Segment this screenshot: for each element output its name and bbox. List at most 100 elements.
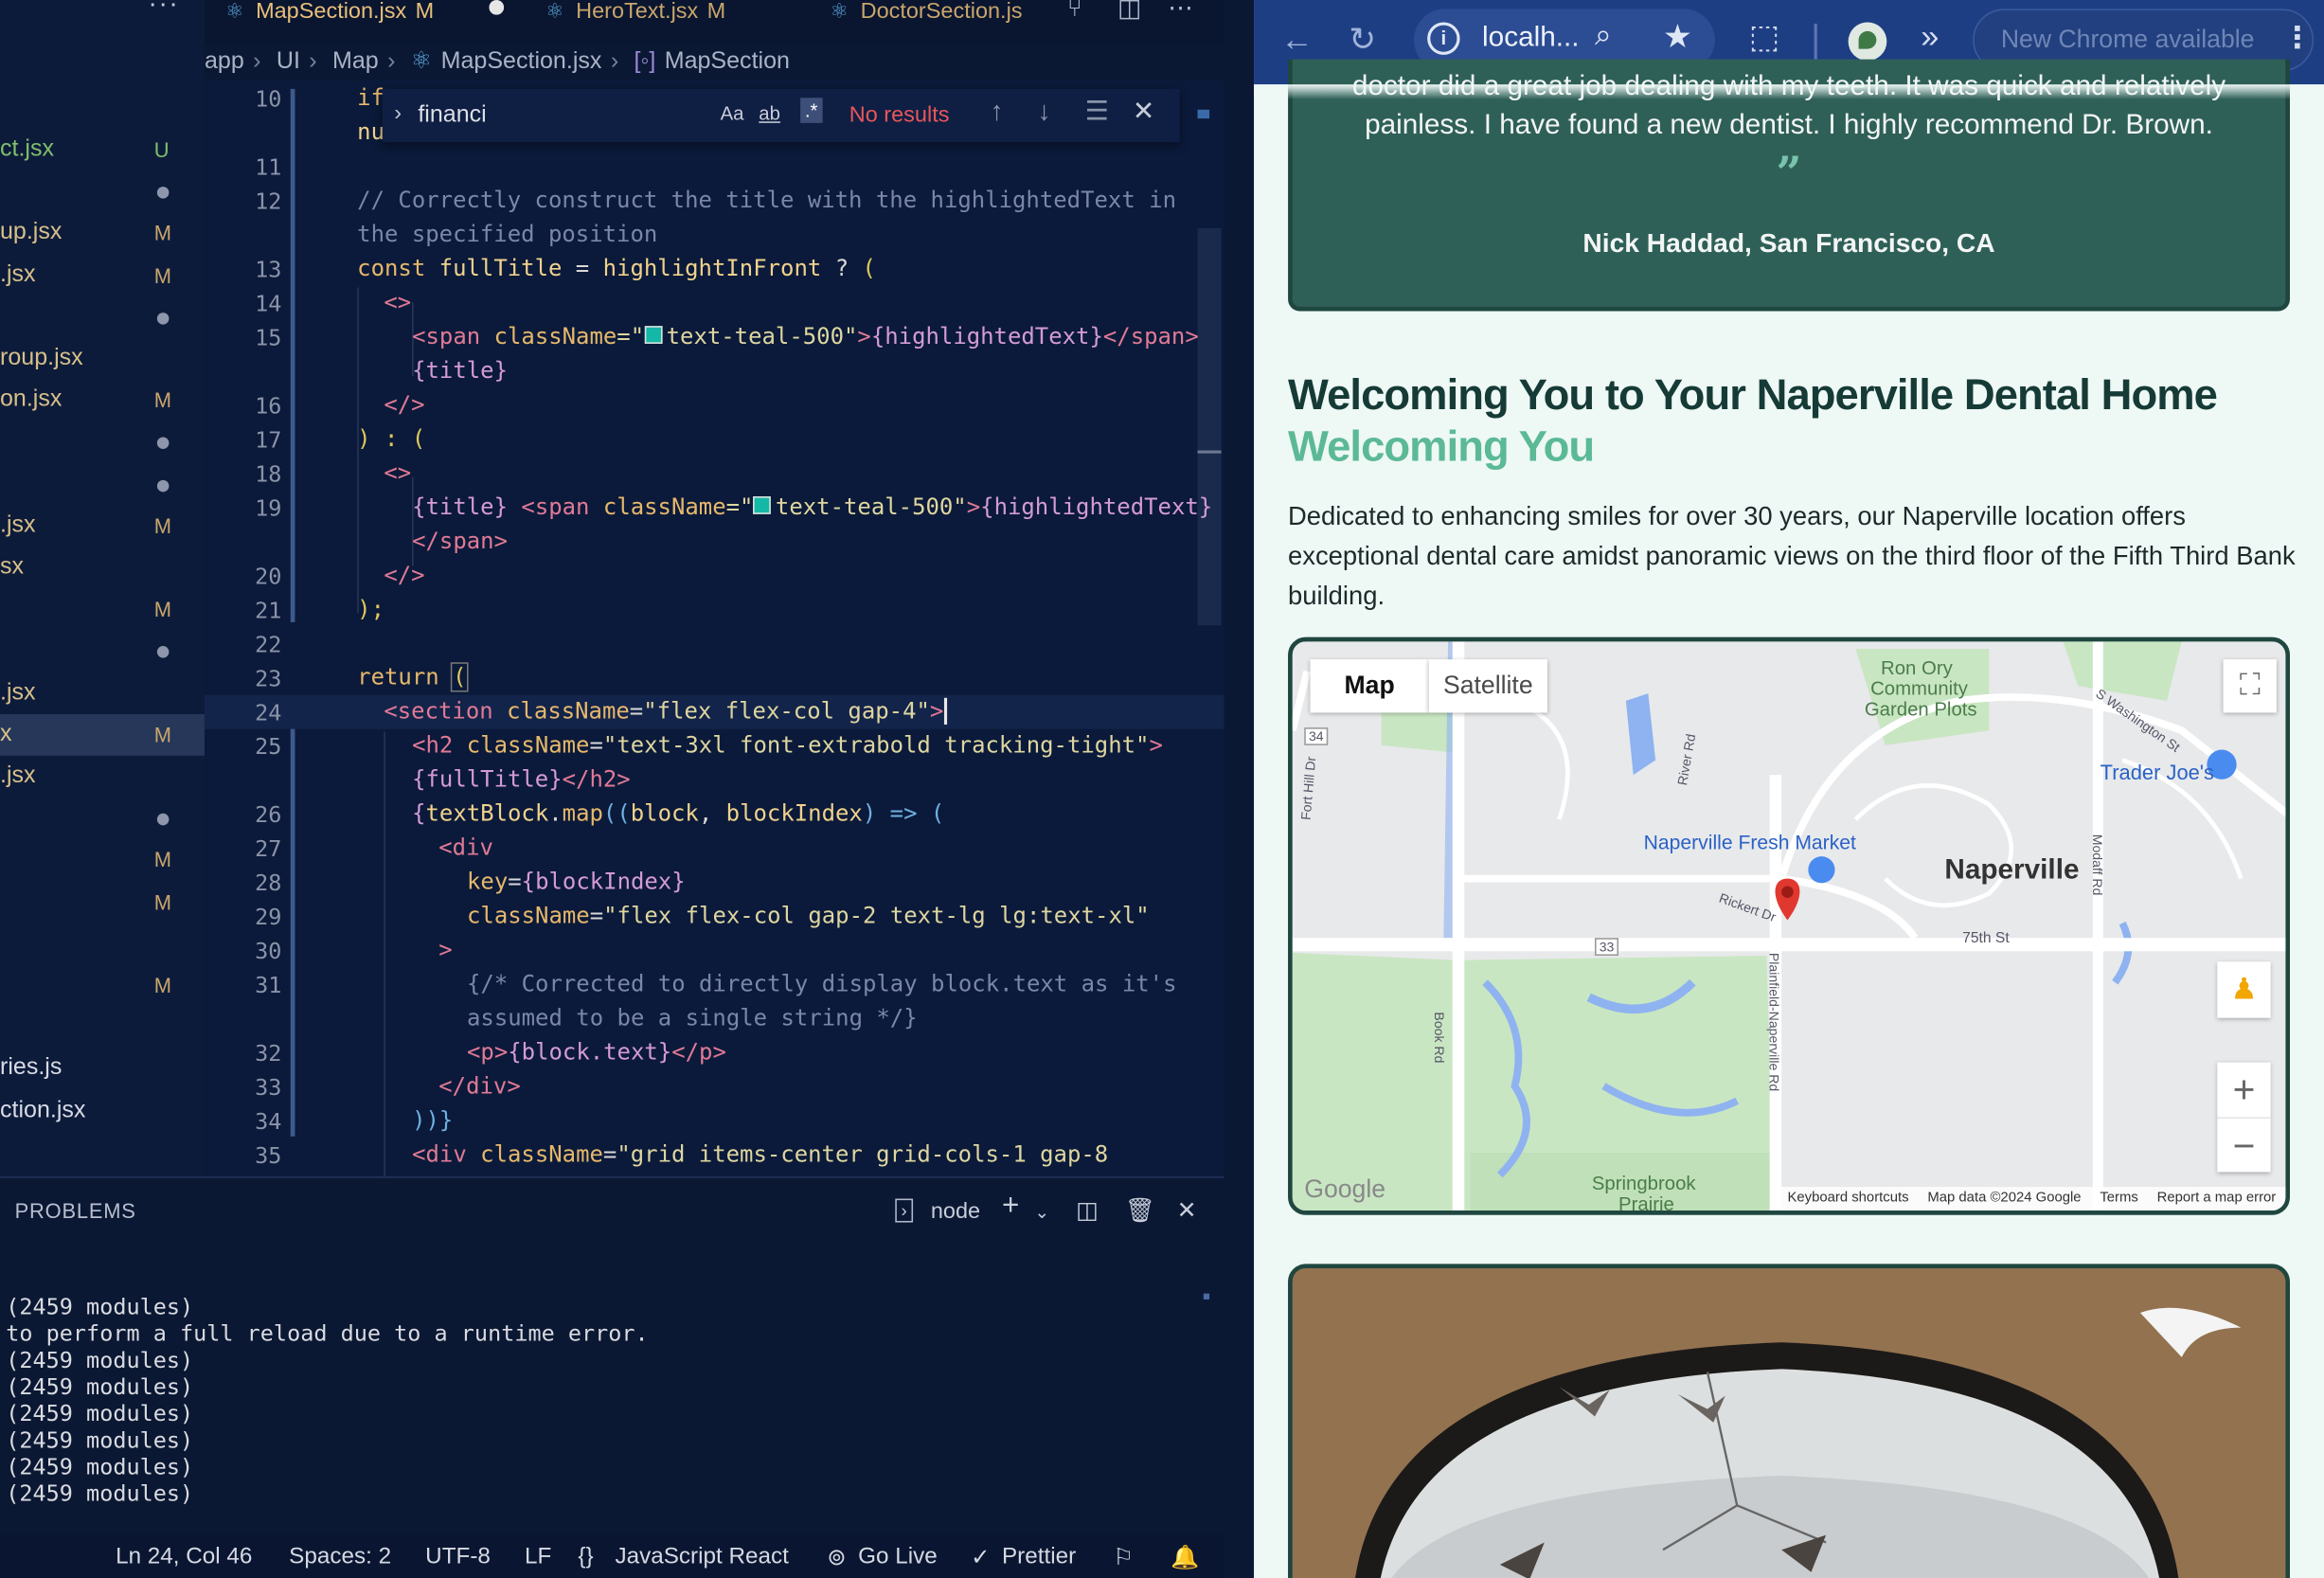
bell-icon[interactable]: 🔔 [1171, 1544, 1199, 1572]
bookmark-star-icon[interactable]: ★ [1663, 18, 1692, 57]
explorer-file-item[interactable]: ries.js [0, 1049, 205, 1090]
tab-doctorsection[interactable]: ⚛ DoctorSection.js [830, 0, 1022, 43]
line-ending[interactable]: LF [525, 1544, 551, 1570]
site-info-icon[interactable]: i [1427, 22, 1460, 55]
map-label-park[interactable]: Springbrook [1592, 1172, 1696, 1193]
zoom-icon[interactable]: ⌕ [1595, 19, 1612, 53]
encoding[interactable]: UTF-8 [425, 1544, 491, 1570]
terminal-icon[interactable]: › [895, 1198, 914, 1223]
unsaved-dot-icon[interactable] [489, 0, 505, 15]
map-label-store[interactable]: Naperville Fresh Market [1644, 832, 1856, 853]
breadcrumb-symbol[interactable]: MapSection [665, 49, 790, 75]
explorer-more-icon[interactable]: ··· [149, 0, 180, 19]
report-error-link[interactable]: Report a map error [2157, 1190, 2277, 1206]
map-type-map-button[interactable]: Map [1310, 659, 1429, 713]
go-live-button[interactable]: Go Live [858, 1544, 938, 1570]
fullscreen-icon[interactable]: ⛶ [2223, 659, 2277, 713]
profile-avatar[interactable] [1848, 22, 1887, 62]
split-terminal-icon[interactable]: ◫ [1076, 1195, 1099, 1225]
indentation[interactable]: Spaces: 2 [289, 1544, 391, 1570]
find-input[interactable]: financi [418, 95, 654, 136]
folder-change-dot-icon [156, 646, 170, 659]
chevron-right-icon[interactable]: › [394, 100, 402, 126]
find-in-selection-icon[interactable]: ☰ [1085, 97, 1109, 128]
explorer-file-item[interactable]: ct.jsx U [0, 129, 205, 170]
chevron-down-icon[interactable]: ⌄ [1034, 1202, 1049, 1223]
explorer-file-item[interactable] [0, 463, 205, 505]
line-number: 25 [255, 733, 282, 761]
explorer-file-item[interactable]: ction.jsx [0, 1090, 205, 1132]
feedback-icon[interactable]: ⚐ [1113, 1544, 1134, 1572]
explorer-file-item[interactable] [0, 170, 205, 212]
code-editor[interactable]: 10 11 12 13 14 15 16 17 18 19 20 21 22 23 24 25 26 27 28 29… [204, 80, 1225, 1177]
explorer-file-item[interactable] [0, 296, 205, 338]
double-chevron-icon[interactable]: » [1921, 18, 1939, 57]
zoom-in-icon[interactable]: + [2217, 1063, 2270, 1118]
panel-tab-problems[interactable]: PROBLEMS [15, 1199, 136, 1223]
google-map[interactable]: Map Satellite Ron Ory Community Garden P… [1288, 637, 2291, 1215]
explorer-file-item[interactable]: roup.jsx [0, 338, 205, 380]
explorer-file-item[interactable]: M [0, 588, 205, 630]
zoom-out-icon[interactable]: − [2217, 1117, 2271, 1173]
explorer-file-item[interactable]: .jsx [0, 672, 205, 714]
file-name: ct.jsx [0, 135, 55, 162]
reload-icon[interactable]: ↻ [1349, 21, 1376, 60]
split-editor-icon[interactable]: ◫ [1117, 0, 1141, 24]
arrow-up-icon[interactable]: ↑ [990, 97, 1003, 128]
explorer-file-item[interactable]: xM [0, 713, 205, 756]
code-line: </> [384, 561, 425, 589]
regex-toggle[interactable]: .* [800, 98, 823, 123]
map-label-park[interactable]: Prairie [1618, 1192, 1674, 1210]
tab-mapsection[interactable]: ⚛ MapSection.jsx M [225, 0, 434, 43]
explorer-file-item[interactable]: up.jsx M [0, 212, 205, 254]
breadcrumb-file[interactable]: MapSection.jsx [441, 49, 602, 75]
explorer-file-item[interactable] [0, 1006, 205, 1048]
language-mode[interactable]: JavaScript React [615, 1544, 788, 1570]
explorer-file-item[interactable] [0, 798, 205, 839]
code-line: > [438, 936, 453, 963]
map-type-satellite-button[interactable]: Satellite [1428, 659, 1547, 713]
explorer-file-item[interactable]: .jsx M [0, 254, 205, 296]
map-label-store[interactable]: Trader Joe's [2101, 760, 2214, 783]
editor-scrollbar[interactable] [1197, 227, 1222, 626]
explorer-file-item[interactable]: M [0, 881, 205, 923]
close-icon[interactable]: ✕ [1133, 97, 1155, 128]
map-label-poi[interactable]: Garden Plots [1865, 698, 1977, 720]
breadcrumb-ui[interactable]: UI [277, 49, 300, 75]
explorer-file-item[interactable] [0, 421, 205, 463]
kebab-menu-icon[interactable]: ⋮ [2282, 19, 2312, 56]
terminal-name[interactable]: node [931, 1199, 980, 1225]
pegman-icon[interactable]: ♟ [2217, 961, 2271, 1018]
explorer-file-item[interactable]: .jsx M [0, 505, 205, 547]
google-logo[interactable]: Google [1304, 1175, 1385, 1205]
extensions-icon[interactable]: ⬚ [1749, 18, 1780, 57]
terms-link[interactable]: Terms [2100, 1190, 2137, 1206]
cursor-position[interactable]: Ln 24, Col 46 [116, 1544, 252, 1570]
explorer-file-item[interactable]: sx [0, 547, 205, 588]
back-icon[interactable]: ← [1280, 21, 1313, 60]
explorer-file-item[interactable]: M [0, 964, 205, 1006]
explorer-file-item[interactable] [0, 923, 205, 964]
source-control-icon[interactable]: ⑂ [1067, 0, 1082, 24]
file-explorer: ··· ct.jsx Uup.jsx M .jsx Mroup.jsx on.jsx M .j… [0, 0, 205, 1257]
explorer-file-item[interactable]: on.jsx M [0, 380, 205, 421]
map-label-poi[interactable]: Community [1870, 677, 1968, 699]
explorer-file-item[interactable] [0, 630, 205, 672]
match-case-toggle[interactable]: Aa [721, 102, 744, 124]
map-label-poi[interactable]: Ron Ory [1881, 656, 1953, 678]
tab-herotext[interactable]: ⚛ HeroText.jsx M [545, 0, 725, 43]
whole-word-toggle[interactable]: ab [759, 102, 780, 124]
breadcrumb-app[interactable]: app [205, 49, 244, 75]
prettier-button[interactable]: Prettier [1002, 1544, 1076, 1570]
arrow-down-icon[interactable]: ↓ [1038, 97, 1051, 128]
explorer-file-item[interactable]: M [0, 839, 205, 881]
more-actions-icon[interactable]: ⋯ [1168, 0, 1193, 24]
close-icon[interactable]: ✕ [1177, 1195, 1197, 1225]
section-subheading: Welcoming You [1288, 423, 1595, 472]
explorer-file-item[interactable]: .jsx [0, 756, 205, 798]
breadcrumb-map[interactable]: Map [332, 49, 379, 75]
terminal-line: (2459 modules) [6, 1373, 194, 1401]
keyboard-shortcuts-link[interactable]: Keyboard shortcuts [1787, 1190, 1908, 1206]
plus-icon[interactable]: + [1002, 1190, 1019, 1224]
trash-icon[interactable]: 🗑 [1125, 1195, 1155, 1225]
